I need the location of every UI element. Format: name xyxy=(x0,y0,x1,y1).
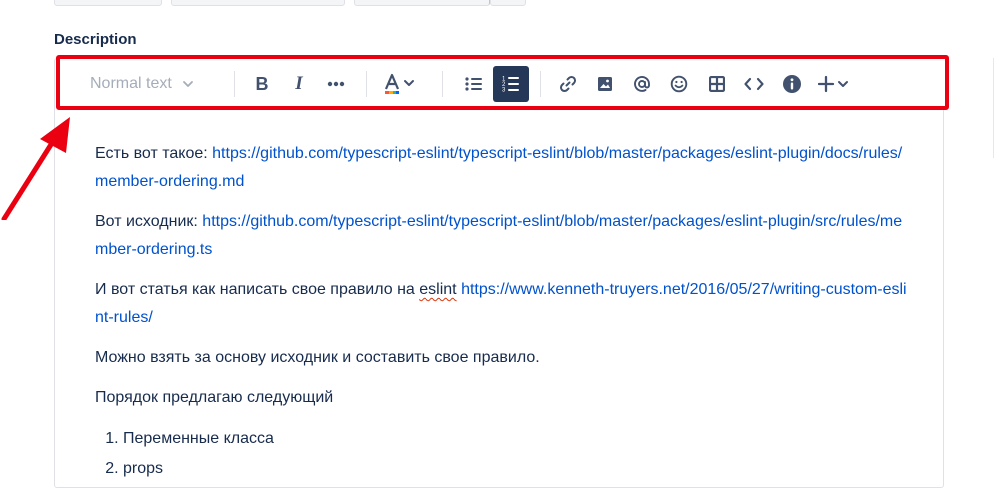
bold-icon: B xyxy=(255,73,269,94)
list-item: props xyxy=(123,454,915,484)
paragraph: Вот исходник: https://github.com/typescr… xyxy=(95,213,903,258)
svg-text:3: 3 xyxy=(502,88,506,94)
scrollbar[interactable] xyxy=(993,58,999,158)
description-label: Description xyxy=(54,31,137,48)
info-icon xyxy=(783,75,801,93)
insert-menu-button[interactable] xyxy=(814,67,856,101)
link[interactable]: https://github.com/typescript-eslint/typ… xyxy=(95,213,902,258)
code-button[interactable] xyxy=(737,67,771,101)
paragraph: Порядок предлагаю следующий xyxy=(95,389,334,406)
numbered-list-icon: 1 2 3 xyxy=(502,77,519,94)
toolbar-divider xyxy=(366,71,367,97)
more-icon xyxy=(327,81,345,87)
field-input-4[interactable] xyxy=(490,0,526,6)
text-style-dropdown[interactable]: Normal text xyxy=(90,71,194,97)
italic-button[interactable]: I xyxy=(282,67,316,101)
numbered-list: Переменные класса props xyxy=(95,424,915,484)
info-button[interactable] xyxy=(775,67,809,101)
link[interactable]: https://github.com/typescript-eslint/typ… xyxy=(95,145,902,190)
mention-icon xyxy=(634,75,650,92)
emoji-button[interactable] xyxy=(662,67,696,101)
toolbar-divider xyxy=(234,71,235,97)
toolbar-divider xyxy=(442,71,443,97)
link-button[interactable] xyxy=(551,67,585,101)
editor-content[interactable]: Есть вот такое: https://github.com/types… xyxy=(95,140,915,484)
more-formatting-button[interactable] xyxy=(319,67,353,101)
bold-button[interactable]: B xyxy=(245,67,279,101)
numbered-list-button[interactable]: 1 2 3 xyxy=(493,66,529,102)
text-style-label: Normal text xyxy=(90,75,172,92)
toolbar-divider xyxy=(540,71,541,97)
paragraph: И вот статья как написать свое правило н… xyxy=(95,281,907,326)
annotation-arrow-icon xyxy=(1,117,70,220)
bullet-list-icon xyxy=(465,77,482,91)
chevron-down-icon xyxy=(182,81,193,87)
spellcheck-word: eslint xyxy=(419,281,457,298)
mention-button[interactable] xyxy=(625,67,659,101)
field-input-1[interactable] xyxy=(54,0,162,6)
editor-toolbar: Normal text B I 1 2 3 xyxy=(56,55,949,110)
plus-icon xyxy=(818,75,848,93)
text-color-icon xyxy=(384,73,414,94)
paragraph: Можно взять за основу исходник и состави… xyxy=(95,349,540,366)
code-icon xyxy=(744,77,764,91)
emoji-icon xyxy=(670,75,688,93)
field-input-3[interactable] xyxy=(354,0,490,6)
image-button[interactable] xyxy=(588,67,622,101)
table-button[interactable] xyxy=(700,67,734,101)
top-fields-row xyxy=(0,0,999,10)
table-icon xyxy=(709,76,725,92)
paragraph: Есть вот такое: https://github.com/types… xyxy=(95,145,903,190)
bullet-list-button[interactable] xyxy=(457,67,491,101)
image-icon xyxy=(598,77,612,91)
italic-icon: I xyxy=(295,73,303,94)
list-item: Переменные класса xyxy=(123,424,915,454)
field-input-2[interactable] xyxy=(171,0,345,6)
text-color-button[interactable] xyxy=(378,67,422,101)
link-icon xyxy=(559,75,577,93)
